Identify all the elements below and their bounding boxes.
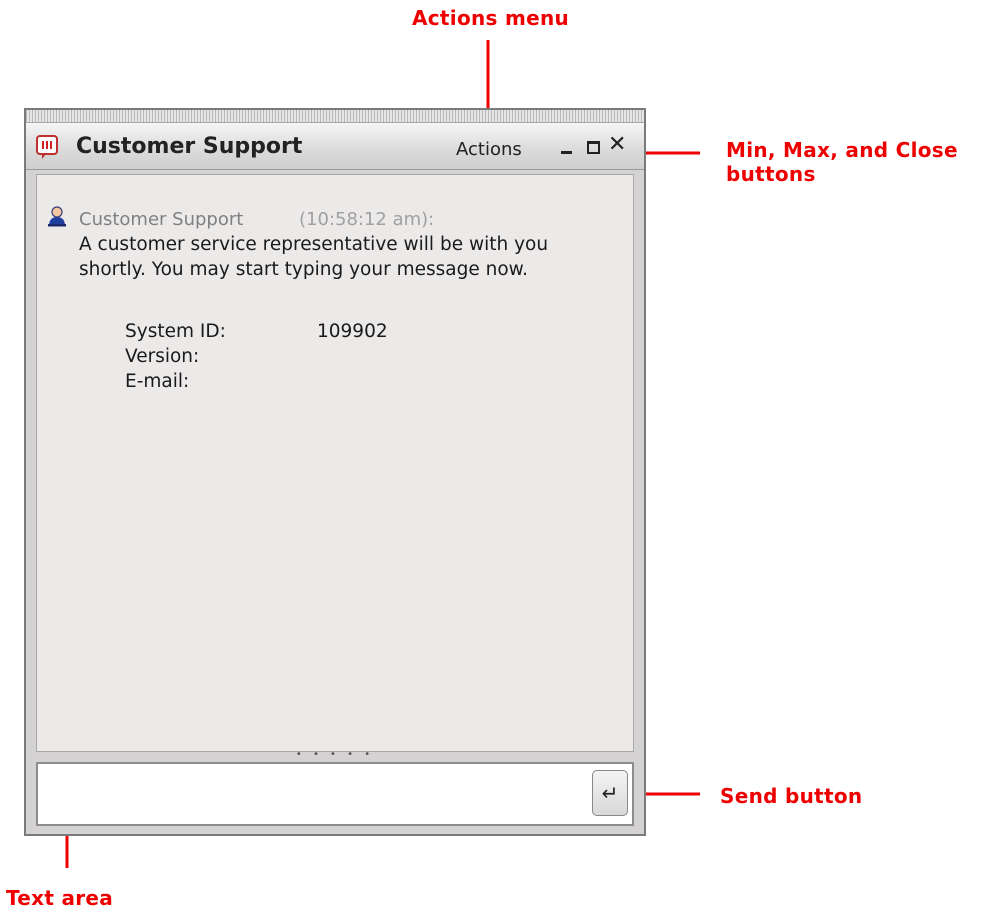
info-label: Version:	[125, 346, 200, 367]
info-row-email: E-mail:	[125, 371, 317, 392]
message-input[interactable]	[42, 768, 586, 822]
message-sender: Customer Support	[79, 209, 244, 230]
enter-arrow-icon: ↵	[601, 781, 619, 805]
close-icon[interactable]: ✕	[608, 133, 630, 157]
info-value: 109902	[317, 321, 388, 342]
info-row-version: Version:	[125, 346, 317, 367]
user-icon	[48, 206, 66, 227]
window-title: Customer Support	[76, 134, 303, 159]
chat-window: Customer Support Actions ✕ Customer Supp…	[24, 108, 646, 836]
title-bar[interactable]: Customer Support Actions ✕	[26, 123, 644, 170]
message-pane: Customer Support (10:58:12 am): A custom…	[36, 174, 634, 752]
message-body: A customer service representative will b…	[79, 234, 549, 280]
actions-menu[interactable]: Actions	[456, 139, 522, 160]
text-area: ↵	[36, 762, 634, 826]
maximize-icon[interactable]	[586, 139, 602, 155]
chat-bubble-icon	[36, 135, 58, 159]
info-row-system-id: System ID: 109902	[125, 321, 388, 342]
pane-splitter[interactable]: • • • • •	[36, 750, 634, 762]
send-button[interactable]: ↵	[592, 770, 628, 816]
message-timestamp: (10:58:12 am):	[299, 209, 435, 230]
info-label: E-mail:	[125, 371, 190, 392]
window-drag-handle[interactable]	[26, 110, 644, 123]
minimize-icon[interactable]	[558, 139, 576, 159]
info-label: System ID:	[125, 321, 226, 342]
